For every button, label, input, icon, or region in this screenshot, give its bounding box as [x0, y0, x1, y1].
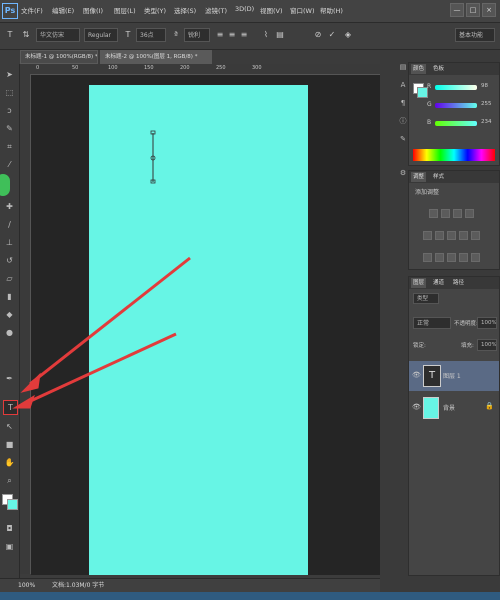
invert-icon[interactable]: [423, 253, 432, 262]
adjustments-panel-tabs: 调整 样式: [409, 171, 499, 183]
document-size[interactable]: 文档:1.03M/0 字节: [52, 579, 104, 593]
threshold-icon[interactable]: [447, 253, 456, 262]
posterize-icon[interactable]: [435, 253, 444, 262]
tab-layers[interactable]: 图层: [411, 278, 427, 288]
curves-icon[interactable]: [453, 209, 462, 218]
slider-r[interactable]: [435, 85, 477, 90]
color-balance-icon[interactable]: [447, 231, 456, 240]
slider-r-value[interactable]: 98: [481, 83, 488, 89]
layer-visibility-eye-icon[interactable]: 👁: [412, 371, 421, 379]
status-bar: 100% 文档:1.03M/0 字节: [0, 578, 380, 593]
blend-mode-select[interactable]: 正常: [413, 317, 451, 329]
slider-g-label: G: [427, 101, 432, 108]
color-panel-tabs: 颜色 色板: [409, 63, 499, 75]
tab-swatches[interactable]: 色板: [431, 64, 446, 74]
slider-b[interactable]: [435, 121, 477, 126]
black-white-icon[interactable]: [459, 231, 468, 240]
selective-color-icon[interactable]: [471, 253, 480, 262]
gradient-map-icon[interactable]: [459, 253, 468, 262]
lock-label: 锁定:: [413, 343, 426, 349]
layer-name[interactable]: 背景: [443, 403, 455, 412]
color-panel: 颜色 色板 R 98 G 255 B 234: [408, 62, 500, 166]
tab-styles[interactable]: 样式: [431, 172, 446, 182]
adjustments-title: 添加调整: [415, 189, 440, 196]
opacity-label: 不透明度:: [454, 321, 478, 327]
brush-panel-icon[interactable]: ✎: [398, 134, 408, 144]
fill-input[interactable]: 100%: [477, 339, 497, 351]
annotation-arrow-icon: [12, 256, 191, 409]
layer-name[interactable]: 图层 1: [443, 371, 461, 380]
slider-g-value[interactable]: 255: [481, 101, 492, 107]
zoom-level[interactable]: 100%: [18, 579, 35, 593]
exposure-icon[interactable]: [465, 209, 474, 218]
layers-panel: 图层 通道 路径 类型 正常 不透明度: 100% 锁定: 填充: 100% 👁…: [408, 276, 500, 576]
color-spectrum-bar[interactable]: [413, 149, 495, 161]
fill-label: 填充:: [461, 343, 474, 349]
lock-icon: 🔒: [485, 402, 494, 410]
text-layer-thumbnail-icon: T: [423, 365, 441, 387]
os-taskbar: [0, 592, 500, 600]
slider-b-value[interactable]: 234: [481, 119, 492, 125]
slider-b-label: B: [427, 119, 432, 126]
vibrance-icon[interactable]: [423, 231, 432, 240]
tab-adjustments[interactable]: 调整: [411, 172, 427, 182]
layer-visibility-eye-icon[interactable]: 👁: [412, 403, 421, 411]
text-cursor-icon: [150, 130, 156, 184]
layer-filter-select[interactable]: 类型: [413, 293, 439, 304]
layer-row-background[interactable]: 👁 背景 🔒: [409, 393, 499, 423]
photo-filter-icon[interactable]: [471, 231, 480, 240]
brightness-icon[interactable]: [429, 209, 438, 218]
tool-presets-panel-icon[interactable]: ⚙: [398, 168, 408, 178]
adjustments-panel: 调整 样式 添加调整: [408, 170, 500, 270]
slider-r-label: R: [427, 83, 432, 90]
levels-icon[interactable]: [441, 209, 450, 218]
character-panel-icon[interactable]: A: [398, 80, 408, 90]
layer-row-text[interactable]: 👁 T 图层 1: [409, 361, 499, 391]
tab-channels[interactable]: 通道: [431, 278, 446, 288]
history-panel-icon[interactable]: ▤: [398, 62, 408, 72]
tab-paths[interactable]: 路径: [451, 278, 466, 288]
layers-panel-tabs: 图层 通道 路径: [409, 277, 499, 289]
tab-color[interactable]: 颜色: [411, 64, 427, 74]
paragraph-panel-icon[interactable]: ¶: [398, 98, 408, 108]
slider-g[interactable]: [435, 103, 477, 108]
background-layer-thumbnail: [423, 397, 439, 419]
opacity-input[interactable]: 100%: [477, 317, 497, 329]
hue-saturation-icon[interactable]: [435, 231, 444, 240]
info-panel-icon[interactable]: ⓘ: [398, 116, 408, 126]
